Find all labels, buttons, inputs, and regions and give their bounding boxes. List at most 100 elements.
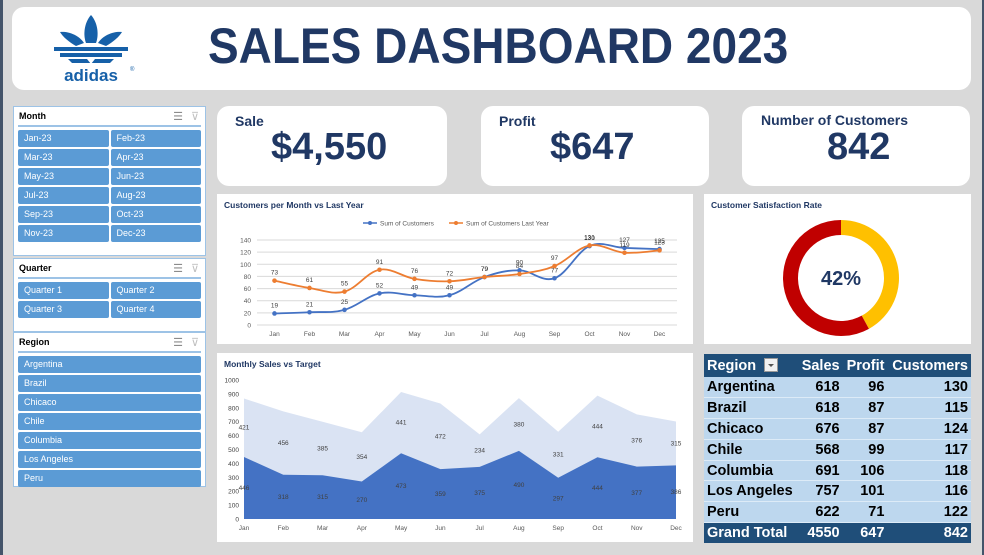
- slicer-item-region[interactable]: Chile: [18, 413, 201, 430]
- target-data-label: 380: [513, 421, 524, 428]
- profit-cell: 101: [842, 480, 888, 503]
- table-row: Chile 568 99 117: [704, 439, 971, 461]
- sales-data-label: 270: [356, 497, 367, 504]
- y-tick-label: 0: [247, 323, 251, 330]
- profit-cell: 99: [842, 439, 888, 461]
- slicer-item-month[interactable]: Apr-23: [110, 149, 201, 166]
- target-data-label: 421: [239, 425, 250, 432]
- customers-cell: 117: [887, 439, 971, 461]
- table-row: Los Angeles 757 101 116: [704, 480, 971, 503]
- sales-data-label: 315: [317, 494, 328, 501]
- target-data-label: 331: [553, 452, 564, 459]
- x-tick-label: Mar: [339, 331, 351, 338]
- x-tick-label: Oct: [584, 331, 594, 338]
- data-point: [307, 285, 312, 291]
- sales-cell: 622: [797, 501, 843, 524]
- data-label: 73: [271, 270, 279, 277]
- y-tick-label: 0: [235, 517, 239, 524]
- slicer-item-quarter[interactable]: Quarter 3: [18, 301, 109, 318]
- slicer-month: Month ☰ ⊽ Jan-23 Feb-23 Mar-23 Apr-23 May-23…: [13, 106, 206, 256]
- table-header-row: Region Sales Profit Customers: [704, 354, 971, 377]
- target-data-label: 385: [317, 445, 328, 452]
- region-cell: Columbia: [704, 460, 798, 482]
- data-label: 119: [619, 242, 630, 249]
- column-header-region: Region: [704, 354, 798, 377]
- data-point: [377, 267, 382, 273]
- slicer-item-month[interactable]: Jul-23: [18, 187, 109, 204]
- x-tick-label: Sep: [549, 331, 561, 338]
- slicer-item-region[interactable]: Argentina: [18, 356, 201, 373]
- grand-total-row: Grand Total 4550 647 842: [704, 522, 971, 544]
- customers-cell: 118: [887, 460, 971, 482]
- data-label: 61: [306, 277, 314, 284]
- slicer-item-month[interactable]: Mar-23: [18, 149, 109, 166]
- y-tick-label: 60: [244, 286, 252, 293]
- sales-data-label: 297: [553, 495, 564, 502]
- table-row: Peru 622 71 122: [704, 501, 971, 524]
- clear-filter-icon[interactable]: ⊽: [191, 336, 199, 349]
- y-tick-label: 100: [228, 503, 239, 510]
- kpi-value: 842: [827, 126, 891, 168]
- slicer-item-region[interactable]: Chicaco: [18, 394, 201, 411]
- data-point: [552, 263, 557, 269]
- y-tick-label: 20: [244, 310, 252, 317]
- slicer-item-month[interactable]: Dec-23: [110, 225, 201, 242]
- multi-select-icon[interactable]: ☰: [173, 336, 183, 349]
- slicer-item-month[interactable]: Aug-23: [110, 187, 201, 204]
- data-label: 49: [411, 284, 419, 291]
- data-label: 49: [446, 284, 454, 291]
- clear-filter-icon[interactable]: ⊽: [191, 262, 199, 275]
- x-tick-label: Nov: [619, 331, 631, 338]
- slicer-item-month[interactable]: Sep-23: [18, 206, 109, 223]
- multi-select-icon[interactable]: ☰: [173, 262, 183, 275]
- data-point: [307, 309, 312, 315]
- table-row: Columbia 691 106 118: [704, 460, 971, 482]
- x-tick-label: Aug: [514, 331, 526, 338]
- slicer-item-region[interactable]: Peru: [18, 470, 201, 487]
- region-cell: Chicaco: [704, 418, 798, 440]
- data-point: [412, 292, 417, 298]
- slicer-item-quarter[interactable]: Quarter 2: [110, 282, 201, 299]
- slicer-item-month[interactable]: Feb-23: [110, 130, 201, 147]
- data-label: 76: [411, 268, 419, 275]
- header-banner: adidas ® SALES DASHBOARD 2023: [12, 7, 971, 90]
- y-tick-label: 40: [244, 298, 252, 305]
- customers-cell: 124: [887, 418, 971, 440]
- slicer-item-region[interactable]: Brazil: [18, 375, 201, 392]
- data-point: [447, 292, 452, 298]
- sales-data-label: 444: [592, 485, 603, 492]
- slicer-item-quarter[interactable]: Quarter 4: [110, 301, 201, 318]
- slicer-item-quarter[interactable]: Quarter 1: [18, 282, 109, 299]
- x-tick-label: Jan: [269, 331, 280, 338]
- clear-filter-icon[interactable]: ⊽: [191, 110, 199, 123]
- slicer-item-region[interactable]: Los Angeles: [18, 451, 201, 468]
- x-tick-label: Apr: [374, 331, 385, 338]
- target-data-label: 376: [631, 437, 642, 444]
- slicer-item-month[interactable]: Nov-23: [18, 225, 109, 242]
- slicer-item-month[interactable]: Jun-23: [110, 168, 201, 185]
- multi-select-icon[interactable]: ☰: [173, 110, 183, 123]
- sales-data-label: 473: [396, 483, 407, 490]
- kpi-card-sale: Sale $4,550: [217, 106, 447, 186]
- window-frame-left: [0, 0, 3, 555]
- filter-dropdown-button[interactable]: [764, 357, 779, 372]
- sales-data-label: 359: [435, 491, 446, 498]
- data-point: [587, 243, 592, 248]
- target-data-label: 315: [671, 440, 682, 447]
- slicer-item-region[interactable]: Columbia: [18, 432, 201, 449]
- y-tick-label: 120: [240, 250, 251, 257]
- y-tick-label: 800: [228, 405, 239, 412]
- total-profit-cell: 647: [842, 522, 888, 544]
- slicer-quarter: Quarter ☰ ⊽ Quarter 1 Quarter 2 Quarter 3Q…: [13, 258, 206, 332]
- sales-chart-panel: Monthly Sales vs Target 0 100 200 300 400 500…: [217, 353, 693, 542]
- slicer-item-month[interactable]: Jan-23: [18, 130, 109, 147]
- region-cell: Los Angeles: [704, 480, 798, 503]
- svg-text:®: ®: [130, 66, 135, 73]
- data-label: 72: [446, 270, 454, 277]
- total-sales-cell: 4550: [797, 522, 843, 544]
- slicer-item-month[interactable]: May-23: [18, 168, 109, 185]
- kpi-value: $647: [550, 126, 635, 168]
- slicer-region: Region ☰ ⊽ Argentina Brazil Chicaco Chile Co…: [13, 332, 206, 487]
- kpi-value: $4,550: [271, 126, 388, 168]
- slicer-item-month[interactable]: Oct-23: [110, 206, 201, 223]
